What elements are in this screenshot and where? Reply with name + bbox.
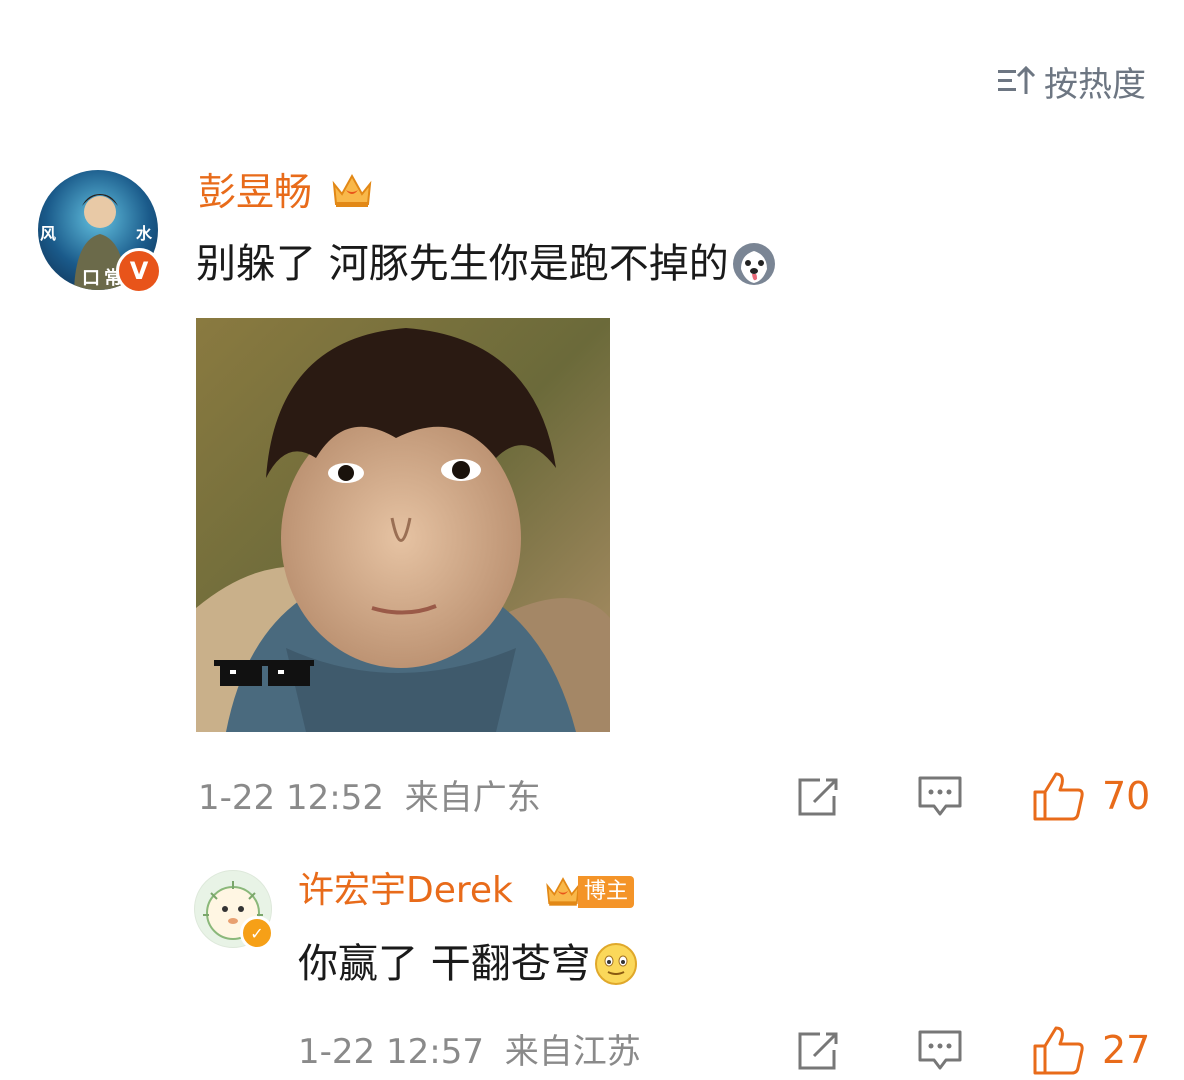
husky-emoji (732, 243, 775, 285)
reply-username[interactable]: 许宏宇Derek (298, 864, 513, 918)
sort-label: 按热度 (1044, 64, 1146, 105)
verified-icon: ✓ (240, 916, 274, 950)
comment-icon (918, 776, 962, 816)
comment-meta: 1-22 12:52 来自广东 (198, 774, 541, 822)
avatar-text: 风 (40, 224, 57, 243)
crown-icon (546, 877, 580, 906)
smile-emoji (594, 943, 637, 985)
sort-by-hot-button[interactable]: 按热度 (996, 58, 1146, 105)
avatar-text: 水 (136, 224, 153, 243)
reply-comment-button[interactable] (916, 1028, 964, 1074)
reply-body: 你赢了 干翻苍穹 (298, 941, 591, 987)
reply-text: 你赢了 干翻苍穹 (298, 936, 639, 992)
blogger-badge: 博主 (578, 876, 635, 908)
photo-of-person (196, 318, 610, 732)
comment-icon (918, 1030, 962, 1070)
like-icon (1033, 772, 1084, 821)
like-count: 27 (1102, 1028, 1151, 1072)
comment-time: 1-22 12:52 (198, 778, 384, 818)
sort-icon (998, 65, 1036, 94)
comment-location: 来自广东 (404, 778, 541, 818)
comment-image[interactable] (196, 318, 610, 732)
verified-icon: V (116, 248, 162, 294)
share-icon (798, 1032, 838, 1070)
share-icon (798, 778, 838, 816)
share-button[interactable] (796, 776, 842, 818)
like-icon (1033, 1026, 1084, 1075)
reply-share-button[interactable] (796, 1030, 842, 1072)
comment-button[interactable] (916, 774, 964, 820)
crown-icon (332, 173, 372, 207)
like-button[interactable]: 70 (1032, 770, 1150, 822)
comment-text: 别躲了 河豚先生你是跑不掉的 (196, 236, 777, 292)
avatar-text: 口 (82, 268, 100, 289)
username[interactable]: 彭昱畅 (198, 164, 312, 220)
reply-like-button[interactable]: 27 (1032, 1024, 1150, 1076)
reply-time: 1-22 12:57 (298, 1032, 484, 1072)
reply-meta: 1-22 12:57 来自江苏 (298, 1028, 641, 1076)
comment-body: 别躲了 河豚先生你是跑不掉的 (196, 241, 729, 287)
reply-location: 来自江苏 (504, 1032, 641, 1072)
like-count: 70 (1102, 774, 1151, 818)
